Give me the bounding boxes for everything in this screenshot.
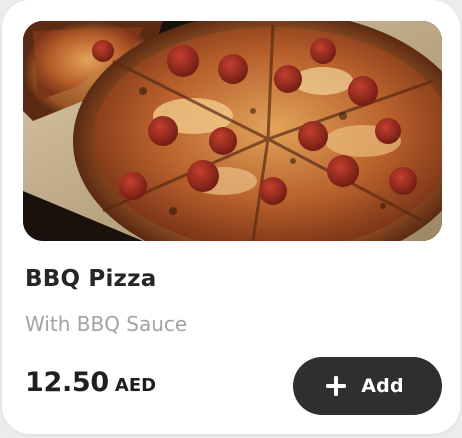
product-image (23, 21, 442, 241)
product-title: BBQ Pizza (25, 266, 157, 292)
product-description: With BBQ Sauce (25, 312, 188, 336)
plus-icon (326, 376, 347, 396)
add-button-label: Add (361, 375, 404, 397)
price-currency: AED (114, 375, 157, 396)
price-amount: 12.50 (25, 367, 109, 398)
product-card[interactable]: BBQ Pizza With BBQ Sauce 12.50 AED Add (2, 0, 460, 434)
product-price: 12.50 AED (25, 367, 156, 398)
add-to-cart-button[interactable]: Add (293, 357, 442, 415)
